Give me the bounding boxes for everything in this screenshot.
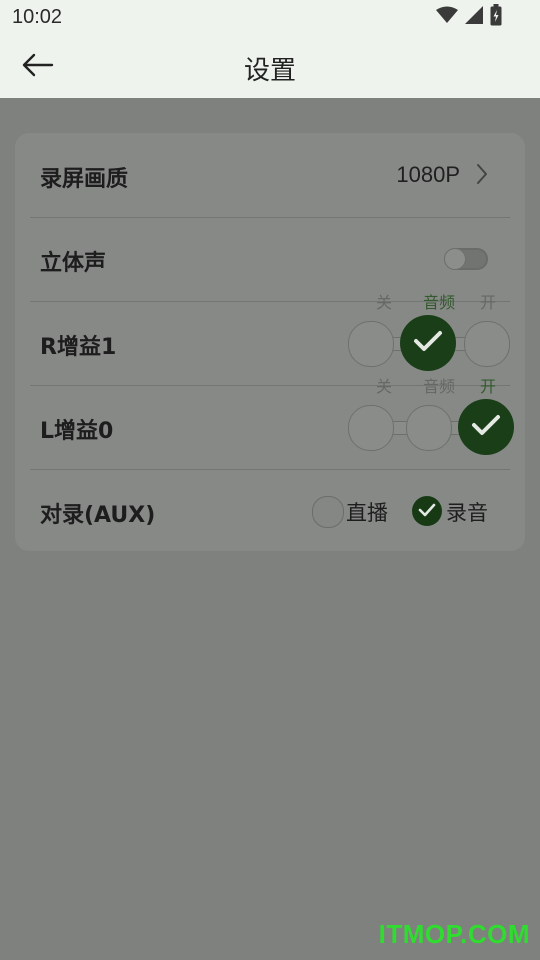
l-gain-option-on: 开	[480, 377, 497, 396]
aux-label: 对录(AUX)	[40, 503, 156, 528]
stereo-label: 立体声	[40, 251, 107, 276]
toggle-knob	[445, 249, 465, 269]
r-gain-option-on: 开	[480, 293, 497, 312]
app-bar: 设置	[0, 36, 540, 98]
quality-value: 1080P	[396, 162, 460, 187]
signal-icon	[464, 5, 484, 29]
l-gain-step-off[interactable]	[348, 405, 394, 451]
page-title: 设置	[243, 56, 296, 86]
r-gain-step-on[interactable]	[464, 321, 510, 367]
l-gain-step-on[interactable]	[458, 399, 514, 455]
status-bar: 10:02	[0, 0, 540, 36]
r-gain-step-audio[interactable]	[400, 315, 456, 371]
r-gain-label: R增益1	[40, 335, 117, 360]
wifi-icon	[436, 6, 458, 28]
aux-radio-record[interactable]	[412, 496, 442, 526]
l-gain-option-off: 关	[376, 377, 393, 396]
aux-option-live[interactable]: 直播	[346, 497, 388, 527]
check-icon	[413, 330, 443, 356]
l-gain-option-audio: 音频	[423, 377, 456, 396]
check-icon	[418, 502, 436, 521]
setting-row-l-gain: L增益0 关 音频 开	[30, 377, 514, 470]
r-gain-step-off[interactable]	[348, 321, 394, 367]
check-icon	[471, 414, 501, 440]
setting-row-quality[interactable]: 录屏画质 1080P	[30, 133, 510, 218]
chevron-right-icon	[476, 163, 488, 189]
setting-row-aux: 对录(AUX) 直播 录音	[30, 469, 510, 553]
status-time: 10:02	[12, 6, 63, 28]
l-gain-step-audio[interactable]	[406, 405, 452, 451]
aux-option-record[interactable]: 录音	[446, 497, 488, 527]
settings-card: 录屏画质 1080P 立体声 R增益1 关 音频 开 L增益0 关 音频 开 对…	[15, 133, 525, 551]
watermark-text: ITMOP.COM	[378, 919, 530, 949]
aux-radio-live[interactable]	[312, 496, 344, 528]
r-gain-option-audio: 音频	[423, 293, 456, 312]
aux-radio-group: 直播 录音	[312, 493, 522, 533]
battery-charging-icon	[490, 4, 502, 30]
l-gain-label: L增益0	[40, 419, 114, 444]
stereo-toggle[interactable]	[444, 248, 488, 270]
quality-label: 录屏画质	[40, 167, 129, 192]
l-gain-stepper: 关 音频 开	[348, 377, 528, 469]
r-gain-option-off: 关	[376, 293, 393, 312]
status-icons	[436, 4, 502, 30]
